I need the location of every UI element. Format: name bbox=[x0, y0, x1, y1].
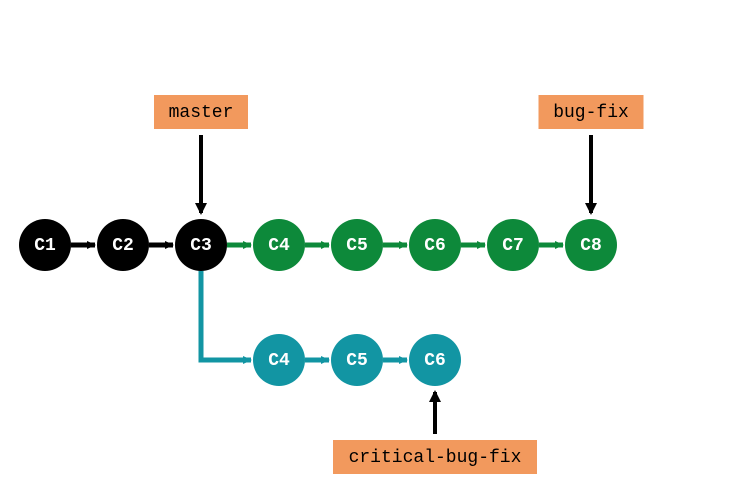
commit-node-C7: C7 bbox=[487, 219, 539, 271]
commit-label: C7 bbox=[502, 236, 524, 256]
branch-tag-label: critical-bug-fix bbox=[349, 448, 522, 468]
commit-node-C4: C4 bbox=[253, 219, 305, 271]
commit-node-C6: C6 bbox=[409, 219, 461, 271]
commit-label: C4 bbox=[268, 351, 290, 371]
edge-C3-C4_teal bbox=[201, 271, 251, 360]
commit-label: C3 bbox=[190, 236, 212, 256]
commit-node-C2: C2 bbox=[97, 219, 149, 271]
commit-node-C8: C8 bbox=[565, 219, 617, 271]
commit-label: C1 bbox=[34, 236, 56, 256]
branch-tag-critical-bug-fix: critical-bug-fix bbox=[333, 392, 537, 474]
branch-tag-master: master bbox=[154, 95, 248, 213]
commit-node-C3: C3 bbox=[175, 219, 227, 271]
commit-label: C6 bbox=[424, 351, 446, 371]
commit-label: C2 bbox=[112, 236, 134, 256]
commit-label: C5 bbox=[346, 236, 368, 256]
tags-layer: master bug-fix critical-bug-fix bbox=[154, 95, 644, 474]
git-branch-diagram: C1 C2 C3 C4 C5 C6 C7 C8 C4 C5 C6 master bug-fix crit… bbox=[0, 0, 730, 500]
commit-node-C5: C5 bbox=[331, 334, 383, 386]
commit-node-C6: C6 bbox=[409, 334, 461, 386]
branch-tag-label: bug-fix bbox=[553, 103, 629, 123]
commit-label: C4 bbox=[268, 236, 290, 256]
branch-tag-label: master bbox=[169, 103, 234, 123]
commit-node-C1: C1 bbox=[19, 219, 71, 271]
commit-label: C5 bbox=[346, 351, 368, 371]
commit-label: C8 bbox=[580, 236, 602, 256]
commit-label: C6 bbox=[424, 236, 446, 256]
commit-node-C4: C4 bbox=[253, 334, 305, 386]
commit-node-C5: C5 bbox=[331, 219, 383, 271]
edges-layer bbox=[71, 245, 563, 360]
branch-tag-bug-fix: bug-fix bbox=[539, 95, 644, 213]
